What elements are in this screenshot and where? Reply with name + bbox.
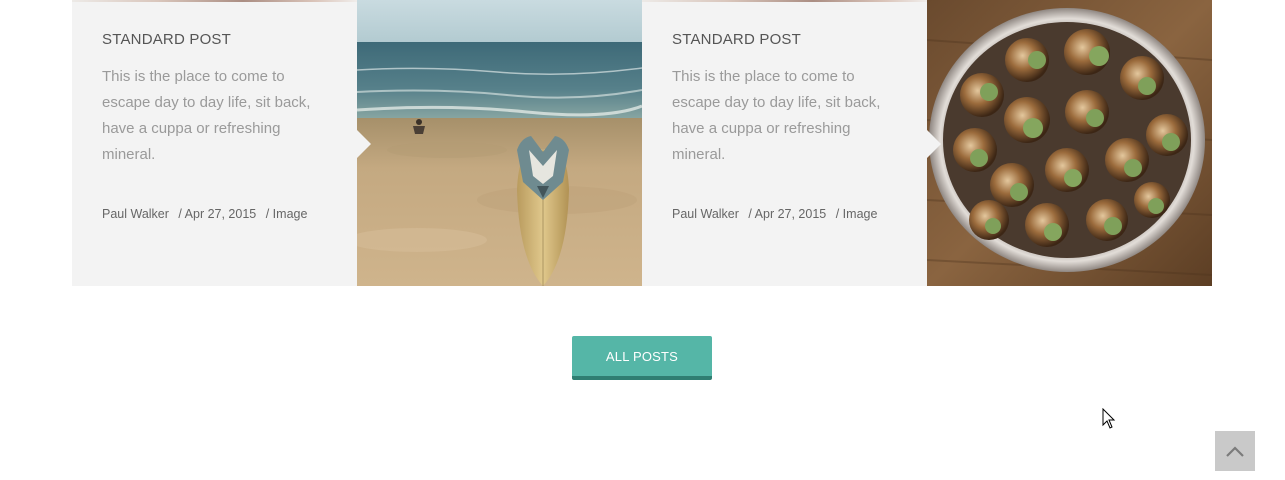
all-posts-button[interactable]: ALL POSTS [572,336,712,380]
post-category-link[interactable]: / Image [836,207,878,221]
mouse-cursor-icon [1102,407,1116,435]
post-excerpt: This is the place to come to escape day … [672,68,881,163]
post-excerpt: This is the place to come to escape day … [102,68,311,163]
card-arrow-notch [357,130,371,158]
snails-photo [927,0,1212,286]
post-image-surfboard[interactable] [357,0,642,286]
post-author-link[interactable]: Paul Walker [102,207,169,221]
posts-row: STANDARD POST This is the place to come … [72,0,1212,286]
post-author-link[interactable]: Paul Walker [672,207,739,221]
post-category-link[interactable]: / Image [266,207,308,221]
back-to-top-button[interactable] [1215,431,1255,471]
card-arrow-notch [927,130,941,158]
top-image-edge [642,0,927,2]
post-date: / Apr 27, 2015 [748,207,827,221]
top-image-edge [72,0,357,2]
post-image-snails[interactable] [927,0,1212,286]
post-title[interactable]: STANDARD POST [672,31,897,48]
all-posts-wrap: ALL POSTS [572,336,712,380]
post-meta: Paul Walker / Apr 27, 2015 / Image [672,207,883,221]
post-card-1: STANDARD POST This is the place to come … [72,0,357,286]
post-meta: Paul Walker / Apr 27, 2015 / Image [102,207,313,221]
chevron-up-icon [1226,446,1244,457]
post-date: / Apr 27, 2015 [178,207,257,221]
post-card-2: STANDARD POST This is the place to come … [642,0,927,286]
beach-photo [357,0,642,286]
post-title[interactable]: STANDARD POST [102,31,327,48]
